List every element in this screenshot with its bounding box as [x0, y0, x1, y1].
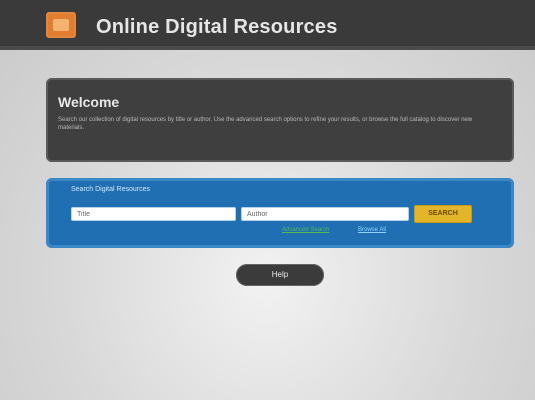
site-title[interactable]: Online Digital Resources: [96, 16, 338, 39]
search-label: Search Digital Resources: [71, 186, 150, 193]
browse-all-link[interactable]: Browse All: [358, 227, 386, 233]
search-button[interactable]: SEARCH: [414, 205, 472, 223]
advanced-search-link[interactable]: Advanced Search: [282, 227, 329, 233]
logo-inner-shape: [53, 19, 69, 31]
book-icon[interactable]: [46, 12, 76, 38]
search-panel: Search Digital Resources SEARCH Advanced…: [46, 178, 514, 248]
author-search-field[interactable]: [241, 207, 409, 221]
welcome-title: Welcome: [58, 94, 120, 110]
welcome-panel: Welcome Search our collection of digital…: [46, 78, 514, 162]
welcome-text: Search our collection of digital resourc…: [58, 117, 473, 131]
top-header: Online Digital Resources: [0, 0, 535, 50]
title-search-field[interactable]: [71, 207, 236, 221]
help-button[interactable]: Help: [236, 264, 324, 286]
